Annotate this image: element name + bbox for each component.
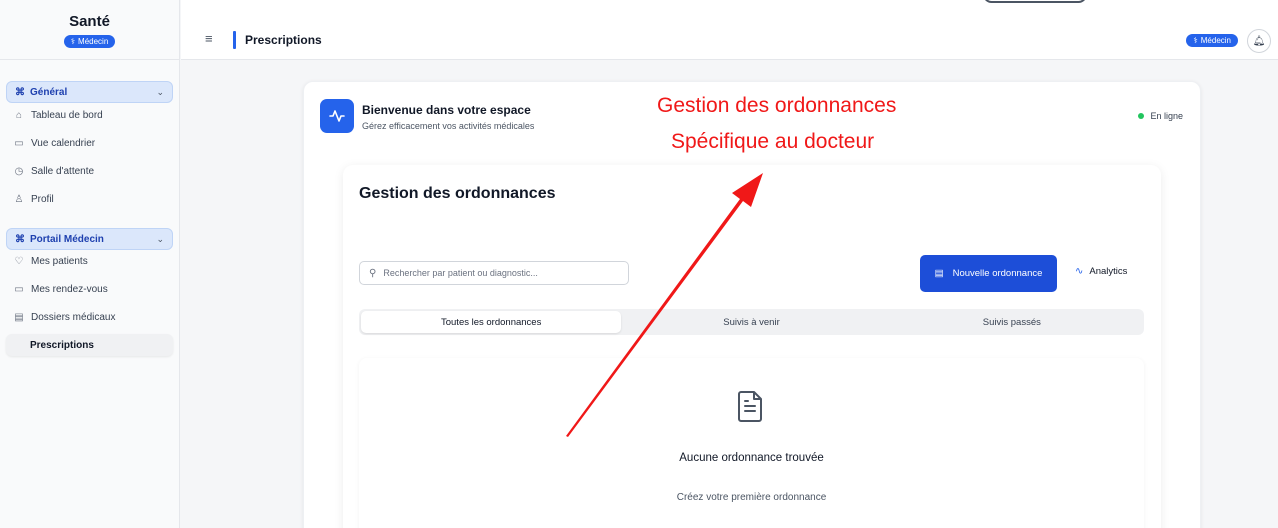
sidebar-item-label: Mes patients <box>31 255 88 267</box>
clock-icon: ◷ <box>14 165 24 177</box>
sidebar: Santé ⚕ Médecin ⌘ Général ⌄ ⌂ Tableau de … <box>0 0 180 528</box>
welcome-title: Bienvenue dans votre espace <box>362 103 531 117</box>
card-title: Gestion des ordonnances <box>359 185 556 202</box>
calendar-icon: ▭ <box>14 137 24 149</box>
annotation-line-1: Gestion des ordonnances <box>657 94 897 117</box>
sidebar-item-label: Salle d'attente <box>31 165 95 177</box>
sidebar-group-label: Portail Médecin <box>30 233 104 245</box>
stethoscope-icon: ⚕ <box>70 37 76 46</box>
sidebar-item-calendar[interactable]: ▭ Vue calendrier <box>0 132 179 154</box>
topbar: ≡ Prescriptions ⚕ Médecin 🔔︎ <box>181 0 1278 60</box>
sidebar-item-prescriptions[interactable]: Prescriptions <box>6 334 173 356</box>
annotation-line-2: Spécifique au docteur <box>671 130 875 153</box>
search-icon: ⚲ <box>369 267 377 279</box>
role-badge: ⚕ Médecin <box>1186 34 1238 47</box>
sidebar-item-label: Vue calendrier <box>31 137 96 149</box>
document-icon: ▤ <box>934 268 944 279</box>
page-title: Prescriptions <box>245 33 322 47</box>
status-badge: En ligne <box>1138 111 1183 121</box>
analytics-label: Analytics <box>1089 266 1128 277</box>
stethoscope-icon: ⚕ <box>1193 36 1198 45</box>
home-icon: ⌂ <box>15 109 23 121</box>
brand-header: Santé ⚕ Médecin <box>0 0 179 60</box>
sidebar-group-general[interactable]: ⌘ Général ⌄ <box>6 81 173 103</box>
annotation-arrow-icon <box>566 173 763 437</box>
sidebar-item-appointments[interactable]: ▭ Mes rendez-vous <box>0 278 179 300</box>
sidebar-item-label: Prescriptions <box>30 339 94 351</box>
title-accent-bar <box>233 31 236 49</box>
top-button-outline[interactable] <box>983 0 1087 3</box>
sidebar-group-label: Général <box>30 86 68 98</box>
sidebar-item-label: Dossiers médicaux <box>31 311 116 323</box>
chevron-down-icon: ⌄ <box>156 233 164 244</box>
bell-icon[interactable]: 🔔︎ <box>1247 29 1271 53</box>
new-prescription-label: Nouvelle ordonnance <box>952 268 1043 279</box>
welcome-subtitle: Gérez efficacement vos activités médical… <box>362 121 535 131</box>
sidebar-item-dashboard[interactable]: ⌂ Tableau de bord <box>0 104 179 126</box>
empty-state-subtitle: Créez votre première ordonnance <box>676 492 827 503</box>
sidebar-item-profile[interactable]: ♙ Profil <box>0 188 179 210</box>
status-label: En ligne <box>1150 111 1183 121</box>
sidebar-item-label: Mes rendez-vous <box>31 283 108 295</box>
heart-icon: ♡ <box>14 255 24 267</box>
sidebar-item-waiting-room[interactable]: ◷ Salle d'attente <box>0 160 179 182</box>
role-badge: ⚕ Médecin <box>63 35 116 48</box>
command-icon: ⌘ <box>15 233 25 245</box>
sidebar-item-label: Tableau de bord <box>31 109 103 121</box>
activity-icon <box>320 99 354 133</box>
role-badge-label: Médecin <box>1200 36 1231 45</box>
role-badge-label: Médecin <box>78 37 109 46</box>
sidebar-item-label: Profil <box>31 193 54 205</box>
new-prescription-button[interactable]: ▤ Nouvelle ordonnance <box>920 255 1057 292</box>
tab-past-followups[interactable]: Suivis passés <box>882 311 1142 333</box>
command-icon: ⌘ <box>15 86 25 98</box>
chevron-down-icon: ⌄ <box>156 86 164 97</box>
sidebar-item-medical-records[interactable]: ▤ Dossiers médicaux <box>0 306 179 328</box>
empty-state-title: Aucune ordonnance trouvée <box>679 452 824 464</box>
sidebar-item-patients[interactable]: ♡ Mes patients <box>0 250 179 272</box>
analytics-button[interactable]: ∿ Analytics <box>1075 266 1127 277</box>
sidebar-group-doctor-portal[interactable]: ⌘ Portail Médecin ⌄ <box>6 228 173 250</box>
calendar-icon: ▭ <box>14 283 24 295</box>
file-icon: ▤ <box>14 311 24 323</box>
activity-icon: ∿ <box>1075 266 1084 277</box>
brand-name: Santé <box>69 13 110 30</box>
user-icon: ♙ <box>14 193 24 205</box>
menu-icon[interactable]: ≡ <box>205 31 213 46</box>
status-dot-icon <box>1138 113 1145 119</box>
